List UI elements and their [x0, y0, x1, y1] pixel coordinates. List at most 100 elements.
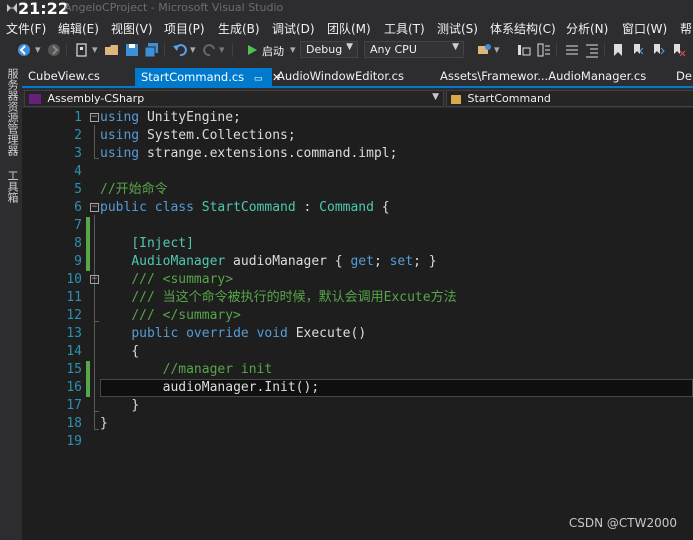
pin-icon[interactable]: ▭	[254, 74, 263, 84]
open-file-icon[interactable]	[104, 42, 120, 58]
comment: //开始命令	[100, 182, 168, 197]
keyword: using	[100, 110, 140, 125]
code-text: using strange.extensions.command.impl;	[100, 145, 397, 163]
save-icon[interactable]	[124, 42, 140, 58]
platform-value: Any CPU	[370, 43, 417, 56]
code-line: 1 − using UnityEngine;	[22, 109, 693, 127]
redo-icon[interactable]	[202, 42, 218, 58]
save-all-icon[interactable]	[144, 42, 160, 58]
project-value: Assembly-CSharp	[47, 92, 145, 105]
start-button[interactable]: 启动	[262, 43, 284, 59]
line-number: 5	[74, 182, 82, 197]
chevron-down-icon: ▼	[432, 92, 439, 102]
chevron-down-icon: ▼	[346, 42, 353, 52]
type-select[interactable]: StartCommand	[446, 90, 693, 107]
line-number: 9	[74, 254, 82, 269]
attach-dropdown-icon[interactable]: ▾	[494, 43, 500, 56]
menu-edit[interactable]: 编辑(E)	[58, 20, 99, 37]
keyword: override	[186, 326, 249, 341]
line-number: 12	[66, 308, 82, 323]
menu-analyze[interactable]: 分析(N)	[566, 20, 608, 37]
menu-architecture[interactable]: 体系结构(C)	[490, 20, 556, 37]
punctuation: }	[131, 398, 140, 413]
menu-test[interactable]: 测试(S)	[437, 20, 478, 37]
forward-icon[interactable]	[46, 42, 62, 58]
tab-startcommand[interactable]: StartCommand.cs ▭ ✕	[135, 68, 281, 86]
clock-time: 21:22	[18, 0, 69, 18]
attach-process-icon[interactable]	[476, 42, 492, 58]
punctuation: {	[373, 200, 390, 215]
menu-tools[interactable]: 工具(T)	[384, 20, 425, 37]
code-line: 19	[22, 433, 693, 451]
undo-dropdown-icon[interactable]: ▾	[190, 43, 196, 56]
change-marker	[86, 361, 90, 379]
menu-build[interactable]: 生成(B)	[218, 20, 260, 37]
bookmark-icon[interactable]	[610, 42, 626, 58]
code-line: 9 AudioManager audioManager { get; set; …	[22, 253, 693, 271]
collapse-icon[interactable]: −	[90, 203, 99, 212]
new-project-icon[interactable]	[74, 42, 90, 58]
toolbar-separator	[604, 43, 605, 57]
menu-debug[interactable]: 调试(D)	[272, 20, 315, 37]
doc-comment: /// 当这个命令被执行的时候，默认会调用Excute方法	[131, 290, 457, 305]
code-line: 10 − /// <summary>	[22, 271, 693, 289]
indent-icon[interactable]	[584, 42, 600, 58]
code-text: {	[100, 343, 139, 361]
redo-dropdown-icon[interactable]: ▾	[219, 43, 225, 56]
identifier: strange.extensions.command.impl;	[139, 146, 398, 161]
doc-comment: /// <summary>	[131, 272, 234, 287]
line-number: 11	[66, 290, 82, 305]
line-number: 3	[74, 146, 82, 161]
code-text: //manager init	[100, 361, 273, 379]
start-dropdown-icon[interactable]: ▾	[290, 43, 296, 56]
menu-team[interactable]: 团队(M)	[327, 20, 371, 37]
line-number: 17	[66, 398, 82, 413]
menu-file[interactable]: 文件(F)	[6, 20, 46, 37]
code-text: using UnityEngine;	[100, 109, 241, 127]
server-explorer-tab[interactable]: 服务器资源管理器	[4, 68, 20, 156]
menu-view[interactable]: 视图(V)	[111, 20, 153, 37]
step-icon[interactable]	[516, 42, 532, 58]
back-dropdown-icon[interactable]: ▾	[35, 43, 41, 56]
clear-bookmarks-icon[interactable]	[670, 42, 686, 58]
undo-icon[interactable]	[172, 42, 188, 58]
code-line: 3 using strange.extensions.command.impl;	[22, 145, 693, 163]
line-number: 10	[66, 272, 82, 287]
class-icon	[451, 94, 461, 104]
code-text: public class StartCommand : Command {	[100, 199, 390, 217]
platform-select[interactable]: Any CPU ▼	[364, 41, 464, 58]
start-play-icon[interactable]	[244, 42, 260, 58]
toolbar: ▾ ▾ ▾ ▾ 启动 ▾ Debug ▼ Any CPU ▼ ▾	[0, 38, 693, 62]
menu-help[interactable]: 帮	[680, 20, 692, 37]
tab-overflow[interactable]: De	[670, 67, 693, 86]
project-select[interactable]: Assembly-CSharp ▼	[24, 90, 444, 107]
format-icon[interactable]	[536, 42, 552, 58]
back-icon[interactable]	[16, 42, 32, 58]
toolbar-separator	[164, 43, 165, 57]
configuration-select[interactable]: Debug ▼	[300, 41, 358, 58]
toolbar-separator	[232, 43, 233, 57]
comment-lines-icon[interactable]	[564, 42, 580, 58]
menu-project[interactable]: 项目(P)	[164, 20, 205, 37]
line-number: 4	[74, 164, 82, 179]
keyword: set	[389, 254, 414, 269]
code-editor[interactable]: 1 − using UnityEngine; 2 using System.Co…	[22, 108, 693, 540]
new-project-dropdown-icon[interactable]: ▾	[92, 43, 98, 56]
tab-audiomanager[interactable]: Assets\Framewor...AudioManager.cs	[434, 67, 652, 86]
toolbox-tab[interactable]: 工具箱	[4, 170, 20, 203]
code-line: 12 /// </summary>	[22, 307, 693, 325]
collapse-icon[interactable]: −	[90, 275, 99, 284]
code-text: /// <summary>	[100, 271, 233, 289]
tab-cubeview[interactable]: CubeView.cs	[22, 67, 106, 86]
prev-bookmark-icon[interactable]	[630, 42, 646, 58]
csharp-project-icon	[29, 94, 41, 104]
menu-window[interactable]: 窗口(W)	[622, 20, 667, 37]
collapse-icon[interactable]: −	[90, 113, 99, 122]
line-number: 8	[74, 236, 82, 251]
change-marker	[86, 379, 90, 397]
tab-audiowindoweditor[interactable]: AudioWindowEditor.cs	[271, 67, 410, 86]
code-line: 16 audioManager.Init();	[22, 379, 693, 397]
code-line: 2 using System.Collections;	[22, 127, 693, 145]
next-bookmark-icon[interactable]	[650, 42, 666, 58]
keyword: public	[131, 326, 179, 341]
